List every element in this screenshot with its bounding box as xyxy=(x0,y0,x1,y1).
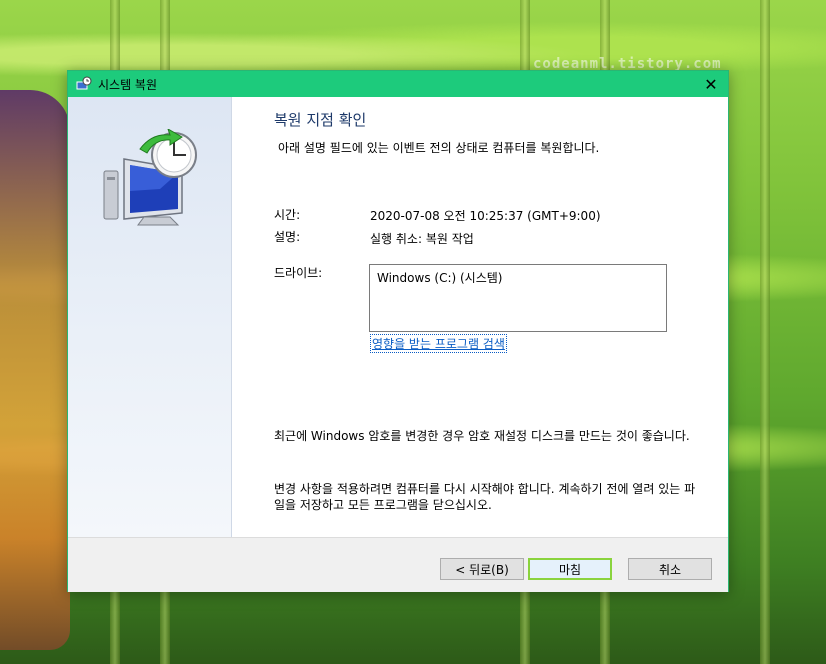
restart-note: 변경 사항을 적용하려면 컴퓨터를 다시 시작해야 합니다. 계속하기 전에 열… xyxy=(274,482,696,512)
button-bar: < 뒤로(B) 마침 취소 xyxy=(68,537,728,592)
title-bar[interactable]: 시스템 복원 ✕ xyxy=(68,71,728,97)
password-reset-note: 최근에 Windows 암호를 변경한 경우 암호 재설정 디스크를 만드는 것… xyxy=(274,429,690,443)
page-title: 복원 지점 확인 xyxy=(274,111,367,129)
side-panel xyxy=(68,97,232,537)
close-icon[interactable]: ✕ xyxy=(694,71,728,97)
drive-list[interactable]: Windows (C:) (시스템) xyxy=(369,264,667,332)
window-title: 시스템 복원 xyxy=(98,78,158,92)
back-button[interactable]: < 뒤로(B) xyxy=(440,558,524,580)
drives-label: 드라이브: xyxy=(274,266,323,280)
page-subtitle: 아래 설명 필드에 있는 이벤트 전의 상태로 컴퓨터를 복원합니다. xyxy=(278,141,600,155)
drive-item-c[interactable]: Windows (C:) (시스템) xyxy=(377,269,502,286)
wallpaper-bamboo xyxy=(760,0,770,664)
finish-button[interactable]: 마침 xyxy=(528,558,612,580)
cancel-button[interactable]: 취소 xyxy=(628,558,712,580)
time-value: 2020-07-08 오전 10:25:37 (GMT+9:00) xyxy=(370,209,601,223)
system-restore-dialog: 시스템 복원 ✕ 복원 지점 확인 아래 설명 필드에 있는 이벤트 전의 상태… xyxy=(67,70,729,592)
system-restore-computer-clock-icon xyxy=(100,127,204,227)
system-restore-icon xyxy=(76,76,92,92)
main-content: 복원 지점 확인 아래 설명 필드에 있는 이벤트 전의 상태로 컴퓨터를 복원… xyxy=(232,97,728,537)
wallpaper-roof xyxy=(0,90,70,650)
scan-affected-programs-link[interactable]: 영향을 받는 프로그램 검색 xyxy=(370,334,507,353)
description-value: 실행 취소: 복원 작업 xyxy=(370,232,474,246)
time-label: 시간: xyxy=(274,208,301,222)
description-label: 설명: xyxy=(274,230,301,244)
